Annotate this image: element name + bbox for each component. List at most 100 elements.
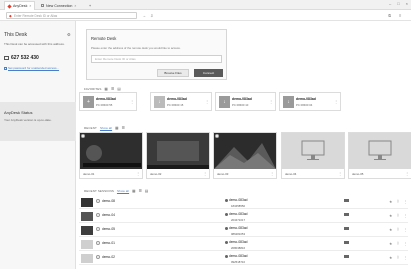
tab-anydesk[interactable]: AnyDesk × [4,1,36,10]
list-item-id: 183458550 [231,204,245,208]
settings-icon[interactable]: ⚙ [67,32,71,37]
file-transfer-icon[interactable]: ▯ [397,227,399,231]
online-status-icon [215,134,219,138]
list-item-alias: demo-083ad [225,198,248,202]
this-desk-description: This Desk can be accessed with this addr… [4,42,65,46]
list-item[interactable]: demo-02 demo-083ad 092518710 ★ ▯ ⋮ [79,252,408,265]
grid-view-icon[interactable]: ▦ [105,87,109,91]
more-options-icon[interactable]: ⋮ [404,227,408,232]
more-options-icon[interactable]: ⋮ [130,99,134,104]
more-options-icon[interactable]: ⋮ [205,99,209,104]
file-transfer-icon[interactable]: ▯ [397,255,399,259]
favorite-star-icon[interactable]: ★ [389,227,392,232]
favorite-name: demo-083ad [296,97,316,101]
set-password-link[interactable]: Set password for unattended access... [8,66,68,70]
recent-card[interactable]: demo-02 ⋮ [146,132,210,179]
history-icon[interactable]: ⏲ [388,13,391,18]
new-tab-button[interactable]: + [86,1,94,10]
list-item[interactable]: demo-05 demo-083ad 086281053 ★ ▯ ⋮ [79,224,408,237]
favorite-star-icon[interactable]: ★ [389,255,392,260]
favorite-star-icon[interactable]: ★ [389,199,392,204]
sessions-show-all-link[interactable]: Show all [117,189,129,193]
online-status-icon [96,213,100,217]
list-item-name: demo-01 [102,241,116,245]
tile-view-icon[interactable]: ▤ [145,189,149,193]
more-options-icon[interactable]: ⋮ [203,171,207,176]
recent-card[interactable]: demo-01 ⋮ [79,132,143,179]
desk-icon: + [83,96,94,108]
list-item-alias: demo-083ad [225,254,248,258]
favorite-star-icon[interactable]: ★ [389,213,392,218]
tile-view-icon[interactable]: ▤ [117,87,121,91]
list-view-icon[interactable]: ☰ [111,87,114,91]
user-icon [225,240,228,244]
online-status-icon [96,227,100,231]
address-input[interactable]: ◆ Enter Remote Desk ID or Alias [6,12,137,19]
list-item-id: 092518710 [231,260,245,264]
file-transfer-icon[interactable]: ▯ [397,213,399,217]
favorite-star-icon[interactable]: ★ [389,241,392,246]
grid-view-icon[interactable]: ▦ [115,126,119,130]
close-icon[interactable]: × [406,1,408,6]
status-panel: AnyDesk Status Your AnyDesk version is u… [0,102,76,141]
more-options-icon[interactable]: ⋮ [405,171,409,176]
favorite-card[interactable]: + demo-083ad PC 08460 55 ⋮ [79,92,137,111]
favorite-id: PC 08460 04 [296,103,313,107]
close-tab-icon[interactable]: × [74,4,76,8]
more-options-icon[interactable]: ⋮ [404,199,408,204]
browse-files-button[interactable]: Browse Files [157,69,189,77]
file-transfer-icon[interactable]: ▯ [397,241,399,245]
favorite-card[interactable]: ↓ demo-083ad PC 08460 10 ⋮ [215,92,276,111]
address-placeholder: Enter Remote Desk ID or Alias [14,13,58,18]
connect-arrow-icon[interactable]: → [142,13,146,18]
online-status-icon [81,134,85,138]
sessions-header: RECENT SESSIONS Show all ▦ ☰ ▤ [84,189,148,193]
recent-card[interactable]: demo-05 ⋮ [348,132,411,179]
recent-card[interactable]: demo-03 ⋮ [213,132,277,179]
more-options-icon[interactable]: ⋮ [136,171,140,176]
more-options-icon[interactable]: ⋮ [269,99,273,104]
tab-new-connection[interactable]: New Connection × [38,1,79,10]
list-item[interactable]: demo-01 demo-083ad 208038816 ★ ▯ ⋮ [79,238,408,251]
main-content: Remote Desk Please enter the address of … [76,21,411,269]
monitor-placeholder-icon [368,140,392,160]
more-options-icon[interactable]: ⋮ [270,171,274,176]
more-options-icon[interactable]: ⋮ [404,255,408,260]
favorite-name: demo-083ad [232,97,252,101]
maximize-icon[interactable]: □ [397,1,399,6]
list-item-alias: demo-083ad [225,240,248,244]
recent-card-footer: demo-01 ⋮ [80,170,142,179]
favorite-card[interactable]: ↓ demo-083ad PC 08460 04 ⋮ [279,92,341,111]
alias-text: demo-083ad [229,226,248,230]
close-tab-icon[interactable]: × [29,4,31,8]
list-item-alias: demo-083ad [225,226,248,230]
desktop-thumbnail [214,133,276,169]
more-options-icon[interactable]: ⋮ [404,213,408,218]
menu-icon[interactable]: ≡ [399,13,401,18]
alias-text: demo-083ad [229,240,248,244]
desk-icon: ↓ [154,96,165,108]
recent-show-all-link[interactable]: Show all [100,126,112,130]
list-item-name: demo-05 [102,227,116,231]
connect-button[interactable]: Connect [194,69,223,77]
title-bar: AnyDesk × New Connection × + – □ × [0,0,411,10]
list-view-icon[interactable]: ☰ [139,189,142,193]
file-transfer-icon[interactable]: ▯ [397,199,399,203]
list-item[interactable]: demo-04 demo-083ad 203471017 ★ ▯ ⋮ [79,210,408,223]
recent-header: RECENT Show all ▦ ☰ [84,126,125,130]
more-options-icon[interactable]: ⋮ [338,171,342,176]
list-item[interactable]: demo-08 demo-083ad 183458550 ★ ▯ ⋮ [79,196,408,209]
recent-card[interactable]: demo-04 ⋮ [281,132,345,179]
grid-view-icon[interactable]: ▦ [132,189,136,193]
remote-desk-input[interactable]: Enter Remote Desk ID or Alias [91,55,222,63]
list-view-icon[interactable]: ☰ [122,126,125,130]
download-icon[interactable]: ⇩ [150,13,153,18]
user-icon [225,226,228,230]
more-options-icon[interactable]: ⋮ [404,241,408,246]
favorite-card[interactable]: ↓ demo-083ad PC 08460 15 ⋮ [150,92,212,111]
minimize-icon[interactable]: – [389,1,391,6]
more-options-icon[interactable]: ⋮ [334,99,338,104]
desk-icon: ↓ [283,96,294,108]
user-icon [225,198,228,202]
anydesk-logo-icon [7,3,12,9]
